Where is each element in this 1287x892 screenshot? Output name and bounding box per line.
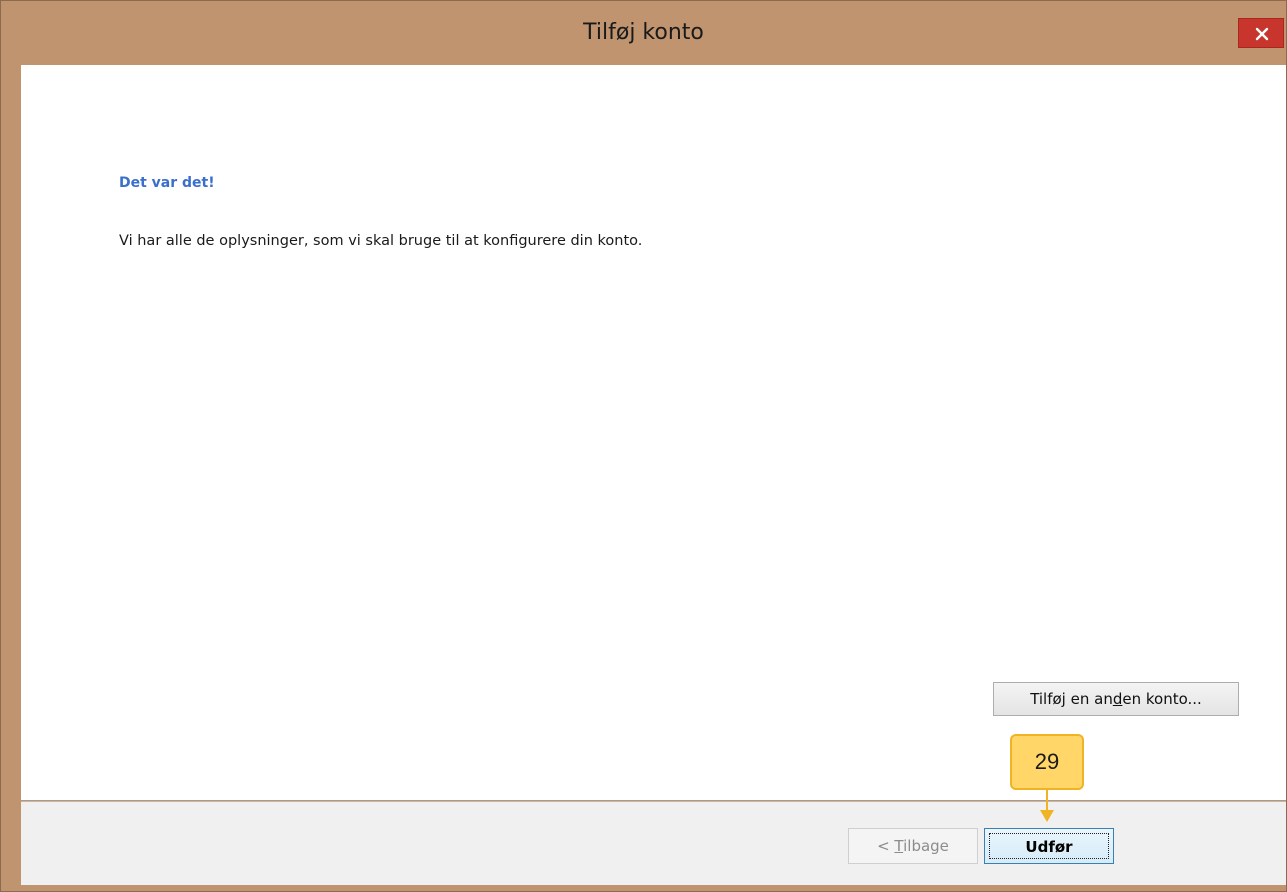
completion-heading: Det var det! <box>119 175 215 191</box>
button-bar: < Tilbage Udfør <box>21 801 1286 885</box>
back-label-start: < <box>877 837 895 855</box>
close-button[interactable] <box>1238 18 1284 48</box>
add-account-label-end: en konto... <box>1122 690 1202 708</box>
add-another-account-button[interactable]: Tilføj en anden konto... <box>993 682 1239 716</box>
dialog-window: Tilføj konto Det var det! Vi har alle de… <box>0 0 1287 892</box>
close-icon <box>1255 27 1269 41</box>
callout-arrow-icon <box>1040 790 1054 822</box>
finish-button-label: Udfør <box>989 833 1109 859</box>
completion-message: Vi har alle de oplysninger, som vi skal … <box>119 233 643 249</box>
add-account-label-start: Tilføj en an <box>1030 690 1113 708</box>
step-callout: 29 <box>1010 734 1084 790</box>
title-bar[interactable]: Tilføj konto <box>1 1 1286 65</box>
finish-button[interactable]: Udfør <box>984 828 1114 864</box>
content-area: Det var det! Vi har alle de oplysninger,… <box>21 65 1286 800</box>
back-accelerator: T <box>894 837 904 855</box>
window-title: Tilføj konto <box>583 20 704 45</box>
back-label-end: ilbage <box>903 837 949 855</box>
add-account-accelerator: d <box>1112 690 1123 708</box>
back-button[interactable]: < Tilbage <box>848 828 978 864</box>
